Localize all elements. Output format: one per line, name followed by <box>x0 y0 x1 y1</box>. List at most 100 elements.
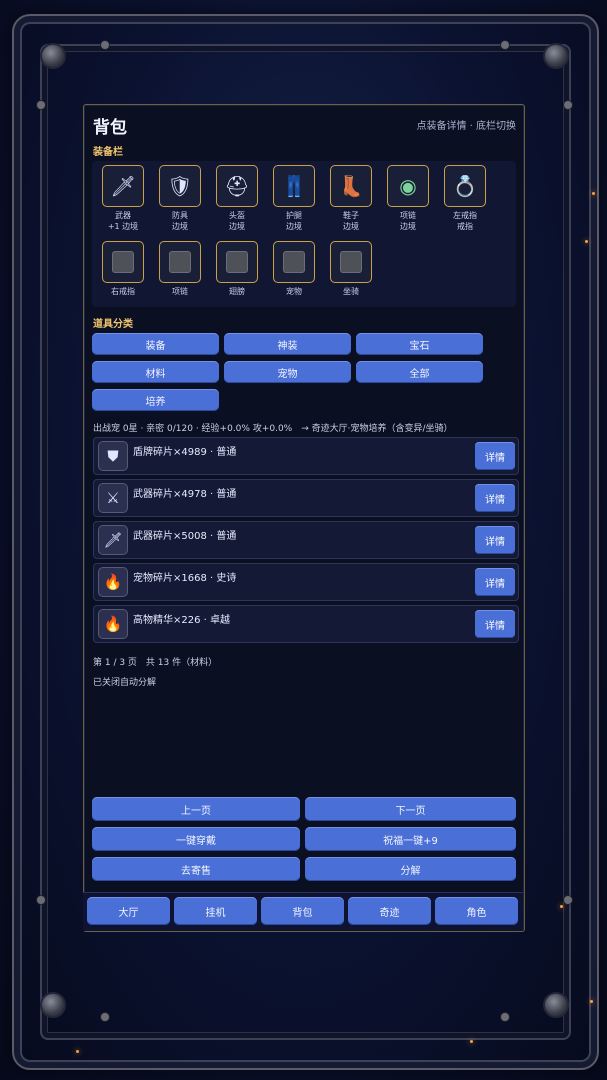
equip-slot-mount[interactable]: 坐骑 <box>326 241 376 297</box>
equip-slot-boots[interactable]: 👢 鞋子 边境 <box>326 165 376 232</box>
slot-name: 武器 <box>115 211 131 220</box>
detail-button[interactable]: 详情 <box>475 568 515 596</box>
inventory-row: 🔥 宠物碎片×1668 · 史诗 详情 <box>93 563 519 601</box>
inventory-row: ⚔ 武器碎片×4978 · 普通 详情 <box>93 479 519 517</box>
consign-button[interactable]: 去寄售 <box>92 857 300 881</box>
slot-name: 头盔 <box>229 211 245 220</box>
slot-name: 右戒指 <box>111 287 135 296</box>
equipment-section-label: 装备栏 <box>93 147 123 158</box>
slot-sub: 边境 <box>229 222 245 231</box>
item-text: 高物精华×226 · 卓越 <box>133 615 231 626</box>
equip-slot-armor[interactable]: 🛡 防具 边境 <box>155 165 205 232</box>
inventory-row: 🔥 高物精华×226 · 卓越 详情 <box>93 605 519 643</box>
slot-name: 左戒指 <box>453 211 477 220</box>
equip-slot-helmet[interactable]: ⛑ 头盔边境 <box>212 165 262 232</box>
equip-slot-leggings[interactable]: 👖 护腿边境 <box>269 165 319 232</box>
corner-gem-icon <box>40 992 66 1018</box>
rivet-icon <box>563 100 573 110</box>
helmet-icon: ⛑ <box>216 165 258 207</box>
rivet-icon <box>100 40 110 50</box>
corner-gem-icon <box>543 43 569 69</box>
next-page-button[interactable]: 下一页 <box>305 797 516 821</box>
rivet-icon <box>563 895 573 905</box>
auto-decompose-info: 已关闭自动分解 <box>93 678 157 688</box>
rivet-icon <box>500 40 510 50</box>
ember-particle <box>76 1050 79 1053</box>
rivet-icon <box>36 895 46 905</box>
inventory-row: ⛊ 盾牌碎片×4989 · 普通 详情 <box>93 437 519 475</box>
shield-fragment-icon: ⛊ <box>98 441 128 471</box>
detail-button[interactable]: 详情 <box>475 484 515 512</box>
equip-slot-wings[interactable]: 翅膀 <box>212 241 262 297</box>
detail-button[interactable]: 详情 <box>475 526 515 554</box>
equip-slot-right-ring[interactable]: 右戒指 <box>98 241 148 297</box>
ring-icon: 💍 <box>444 165 486 207</box>
slot-name: 项链 <box>172 287 188 296</box>
nav-idle[interactable]: 挂机 <box>174 897 257 925</box>
category-pet-button[interactable]: 宠物 <box>224 361 351 383</box>
item-text: 武器碎片×4978 · 普通 <box>133 489 237 500</box>
equip-slot-left-ring[interactable]: 💍 左戒指戒指 <box>440 165 490 232</box>
decompose-button[interactable]: 分解 <box>305 857 516 881</box>
weapon-fragment-icon: 🗡 <box>98 525 128 555</box>
rivet-icon <box>36 100 46 110</box>
ember-particle <box>470 1040 473 1043</box>
slot-sub: 边境 <box>172 222 188 231</box>
slot-name: 宠物 <box>286 287 302 296</box>
detail-button[interactable]: 详情 <box>475 610 515 638</box>
equip-all-button[interactable]: 一键穿戴 <box>92 827 300 851</box>
corner-gem-icon <box>40 43 66 69</box>
bottom-nav-bar: 大厅 挂机 背包 奇迹 角色 <box>83 892 523 931</box>
category-equipment-button[interactable]: 装备 <box>92 333 219 355</box>
pet-status-line: 出战宠 0星 · 亲密 0/120 · 经验+0.0% 攻+0.0% → 奇迹大… <box>93 424 453 434</box>
slot-sub: 边境 <box>400 222 416 231</box>
equip-slot-necklace[interactable]: ◉ 项链 边境 <box>383 165 433 232</box>
backpack-panel: 背包 点装备详情 · 底栏切换 装备栏 🗡 武器 +1 边境 🛡 防具 边境 ⛑ 头… <box>83 104 525 932</box>
page-title: 背包 <box>93 118 127 138</box>
prev-page-button[interactable]: 上一页 <box>92 797 300 821</box>
slot-name: 护腿 <box>286 211 302 220</box>
equip-slot-pet[interactable]: 宠物 <box>269 241 319 297</box>
slot-name: 坐骑 <box>343 287 359 296</box>
corner-gem-icon <box>543 992 569 1018</box>
necklace-icon: ◉ <box>387 165 429 207</box>
category-section-label: 道具分类 <box>93 319 133 330</box>
slot-sub: 边境 <box>286 222 302 231</box>
item-text: 宠物碎片×1668 · 史诗 <box>133 573 237 584</box>
category-material-button[interactable]: 材料 <box>92 361 219 383</box>
bless-upgrade-button[interactable]: 祝福一键+9 <box>305 827 516 851</box>
detail-button[interactable]: 详情 <box>475 442 515 470</box>
item-text: 盾牌碎片×4989 · 普通 <box>133 447 237 458</box>
page-info: 第 1 / 3 页 共 13 件（材料） <box>93 658 218 668</box>
leggings-icon: 👖 <box>273 165 315 207</box>
slot-name: 防具 <box>172 211 188 220</box>
rivet-icon <box>500 1012 510 1022</box>
category-all-button[interactable]: 全部 <box>356 361 483 383</box>
sword-icon: 🗡 <box>102 165 144 207</box>
equip-slot-weapon[interactable]: 🗡 武器 +1 边境 <box>98 165 148 232</box>
item-text: 武器碎片×5008 · 普通 <box>133 531 237 542</box>
slot-sub: 戒指 <box>457 222 473 231</box>
nav-character[interactable]: 角色 <box>435 897 518 925</box>
empty-slot-icon <box>102 241 144 283</box>
ember-particle <box>560 905 563 908</box>
category-cultivate-button[interactable]: 培养 <box>92 389 219 411</box>
boots-icon: 👢 <box>330 165 372 207</box>
empty-slot-icon <box>273 241 315 283</box>
ember-particle <box>590 1000 593 1003</box>
equip-slot-necklace-2[interactable]: 项链 <box>155 241 205 297</box>
ember-particle <box>585 240 588 243</box>
nav-lobby[interactable]: 大厅 <box>87 897 170 925</box>
ember-particle <box>592 192 595 195</box>
slot-sub: +1 边境 <box>107 222 139 231</box>
inventory-row: 🗡 武器碎片×5008 · 普通 详情 <box>93 521 519 559</box>
empty-slot-icon <box>216 241 258 283</box>
nav-backpack[interactable]: 背包 <box>261 897 344 925</box>
category-gem-button[interactable]: 宝石 <box>356 333 483 355</box>
header-hint: 点装备详情 · 底栏切换 <box>416 121 516 132</box>
pet-fragment-icon: 🔥 <box>98 567 128 597</box>
category-divine-button[interactable]: 神装 <box>224 333 351 355</box>
nav-miracle[interactable]: 奇迹 <box>348 897 431 925</box>
empty-slot-icon <box>330 241 372 283</box>
equipment-grid: 🗡 武器 +1 边境 🛡 防具 边境 ⛑ 头盔 边境 👖 护腿 边境 👢 鞋子 边境 ◉ … <box>92 161 516 307</box>
